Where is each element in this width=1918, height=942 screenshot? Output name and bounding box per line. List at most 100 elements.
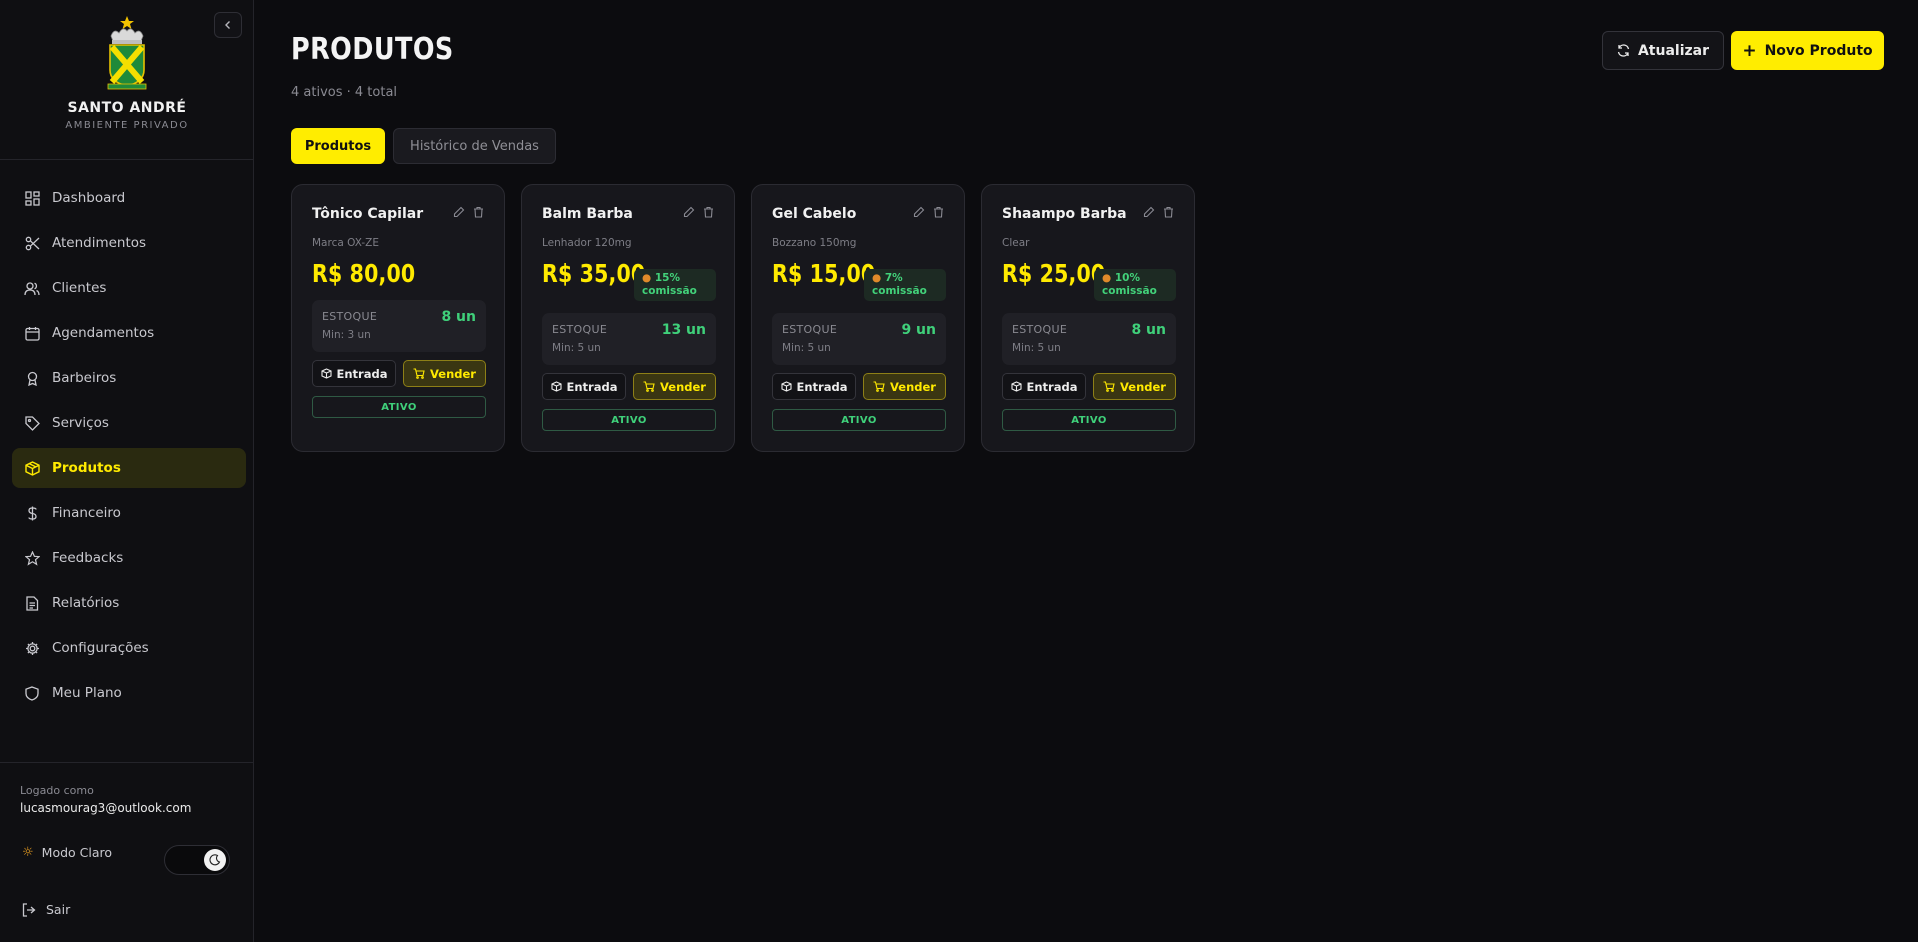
edit-icon[interactable] — [683, 206, 695, 218]
sell-button[interactable]: Vender — [633, 373, 716, 400]
status-badge: ATIVO — [1002, 409, 1176, 431]
box-icon — [550, 381, 562, 392]
tag-icon — [24, 415, 40, 431]
entry-button[interactable]: Entrada — [542, 373, 626, 400]
commission-badge: ● 15% comissão — [634, 269, 716, 301]
refresh-button[interactable]: Atualizar — [1602, 31, 1724, 70]
sidebar-nav: Dashboard Atendimentos Clientes Agendame… — [12, 178, 246, 718]
sidebar-item-dashboard[interactable]: Dashboard — [12, 178, 246, 218]
tab-produtos[interactable]: Produtos — [291, 128, 385, 164]
commission-word: comissão — [872, 285, 927, 297]
product-name: Shaampo Barba — [1002, 206, 1127, 222]
product-brand: Clear — [1002, 237, 1030, 249]
sell-label: Vender — [660, 379, 706, 394]
product-brand: Marca OX-ZE — [312, 237, 380, 249]
stock-value: 8 un — [441, 309, 476, 325]
sidebar-item-servicos[interactable]: Serviços — [12, 403, 246, 443]
entry-button[interactable]: Entrada — [772, 373, 856, 400]
product-price: R$ 35,00 — [542, 259, 646, 288]
sidebar-item-feedbacks[interactable]: Feedbacks — [12, 538, 246, 578]
logout-button[interactable]: Sair — [22, 902, 70, 917]
stock-box: ESTOQUE 9 un Min: 5 un — [772, 313, 946, 365]
product-price: R$ 15,00 — [772, 259, 876, 288]
plus-icon: + — [1742, 40, 1757, 61]
refresh-label: Atualizar — [1637, 42, 1710, 59]
sidebar: SANTO ANDRÉ AMBIENTE PRIVADO Dashboard A… — [0, 0, 254, 942]
theme-label-row: ☼ Modo Claro — [22, 845, 112, 860]
theme-toggle[interactable] — [164, 845, 230, 875]
scissors-icon — [25, 236, 39, 250]
product-card: Tônico Capilar Marca OX-ZE R$ 80,00 ESTO… — [291, 184, 505, 452]
cart-icon — [643, 381, 655, 392]
sidebar-item-meu-plano[interactable]: Meu Plano — [12, 673, 246, 713]
sell-button[interactable]: Vender — [863, 373, 946, 400]
box-icon — [780, 381, 792, 392]
commission-word: comissão — [1102, 285, 1157, 297]
product-name: Tônico Capilar — [312, 206, 424, 222]
sell-label: Vender — [1120, 379, 1166, 394]
status-badge: ATIVO — [542, 409, 716, 431]
sidebar-item-produtos[interactable]: Produtos — [12, 448, 246, 488]
crest-icon — [107, 16, 147, 90]
entry-label: Entrada — [566, 379, 618, 394]
product-card: Shaampo Barba Clear R$ 25,00 ● 10% comis… — [981, 184, 1195, 452]
theme-label: Modo Claro — [41, 845, 113, 860]
commission-value: 15% — [654, 272, 680, 284]
logged-as-label: Logado como — [20, 784, 94, 797]
status-badge: ATIVO — [312, 396, 486, 418]
sidebar-item-clientes[interactable]: Clientes — [12, 268, 246, 308]
gear-icon — [25, 641, 39, 655]
brand-name: SANTO ANDRÉ — [67, 100, 187, 116]
logout-icon — [22, 902, 36, 917]
entry-button[interactable]: Entrada — [312, 360, 396, 387]
trash-icon[interactable] — [473, 206, 484, 218]
sidebar-item-label: Serviços — [52, 415, 109, 431]
trash-icon[interactable] — [1163, 206, 1174, 218]
edit-icon[interactable] — [1143, 206, 1155, 218]
entry-label: Entrada — [336, 366, 388, 381]
sidebar-item-label: Clientes — [52, 280, 107, 296]
product-name: Gel Cabelo — [772, 206, 857, 222]
moon-icon — [204, 849, 226, 871]
tab-historico-vendas[interactable]: Histórico de Vendas — [393, 128, 556, 164]
sidebar-item-relatorios[interactable]: Relatórios — [12, 583, 246, 623]
commission-value: 7% — [884, 272, 903, 284]
sell-button[interactable]: Vender — [403, 360, 486, 387]
star-icon — [24, 550, 40, 566]
edit-icon[interactable] — [913, 206, 925, 218]
cart-icon — [1103, 381, 1115, 392]
product-card: Balm Barba Lenhador 120mg R$ 35,00 ● 15%… — [521, 184, 735, 452]
card-actions — [913, 206, 944, 218]
trash-icon[interactable] — [703, 206, 714, 218]
calendar-icon — [24, 326, 40, 341]
sidebar-item-agendamentos[interactable]: Agendamentos — [12, 313, 246, 353]
stock-value: 8 un — [1131, 322, 1166, 338]
sidebar-item-label: Dashboard — [52, 190, 126, 206]
trash-icon[interactable] — [933, 206, 944, 218]
product-brand: Bozzano 150mg — [772, 237, 857, 249]
sidebar-item-label: Produtos — [52, 460, 121, 476]
commission-value: 10% — [1114, 272, 1140, 284]
edit-icon[interactable] — [453, 206, 465, 218]
box-icon — [1010, 381, 1022, 392]
new-product-button[interactable]: + Novo Produto — [1731, 31, 1884, 70]
entry-label: Entrada — [796, 379, 848, 394]
sidebar-item-financeiro[interactable]: Financeiro — [12, 493, 246, 533]
entry-button[interactable]: Entrada — [1002, 373, 1086, 400]
commission-badge: ● 10% comissão — [1094, 269, 1176, 301]
stock-min: Min: 3 un — [322, 329, 371, 341]
stock-label: ESTOQUE — [322, 310, 378, 323]
shield-icon — [25, 685, 39, 701]
package-icon — [24, 460, 40, 476]
dollar-icon — [27, 506, 37, 520]
commission-word: comissão — [642, 285, 697, 297]
sell-button[interactable]: Vender — [1093, 373, 1176, 400]
sidebar-item-configuracoes[interactable]: Configurações — [12, 628, 246, 668]
status-badge: ATIVO — [772, 409, 946, 431]
sidebar-item-atendimentos[interactable]: Atendimentos — [12, 223, 246, 263]
stock-label: ESTOQUE — [1012, 323, 1068, 336]
cart-icon — [873, 381, 885, 392]
product-price: R$ 25,00 — [1002, 259, 1106, 288]
logout-label: Sair — [46, 902, 71, 917]
sidebar-item-barbeiros[interactable]: Barbeiros — [12, 358, 246, 398]
